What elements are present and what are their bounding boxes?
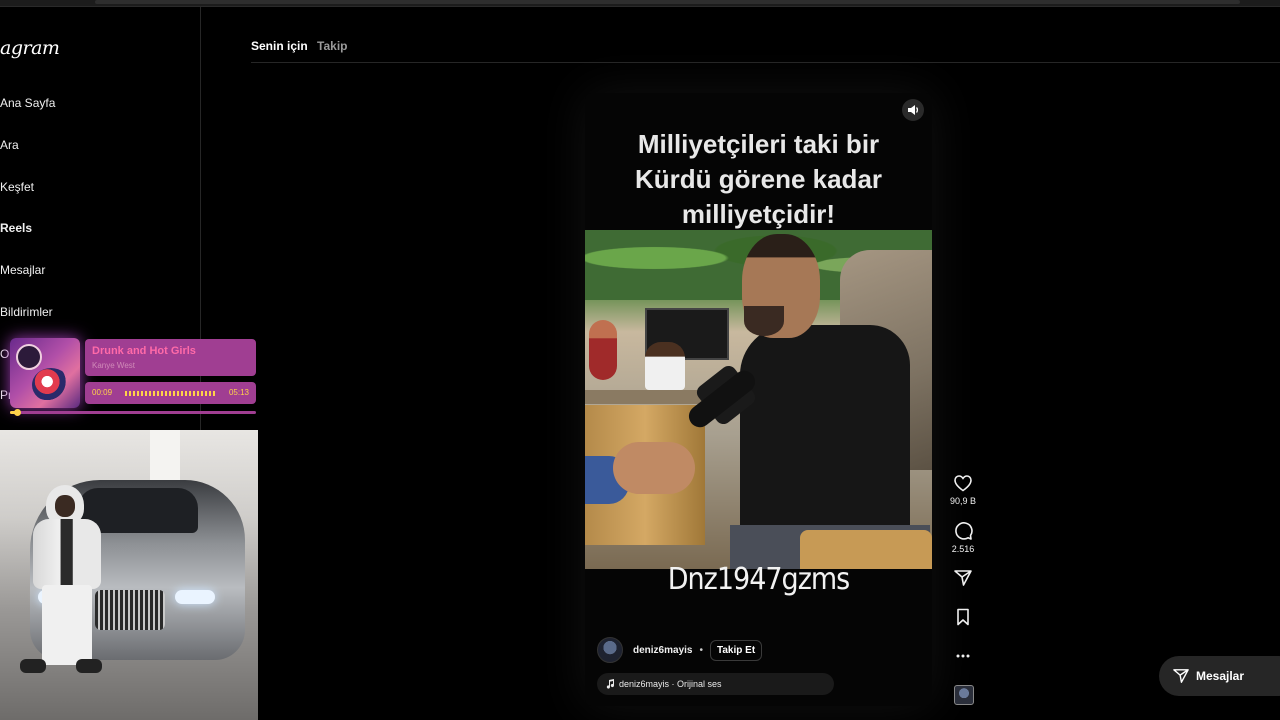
caption-line: Milliyetçileri taki bir xyxy=(637,129,880,159)
song-title: Drunk and Hot Girls xyxy=(92,345,196,357)
volume-icon xyxy=(908,105,919,115)
caption-line: milliyetçidir! xyxy=(681,199,836,229)
comment-count: 2.516 xyxy=(951,544,975,554)
comment-icon xyxy=(955,522,973,540)
reel-card[interactable]: Milliyetçileri taki bir Kürdü görene kad… xyxy=(585,93,932,706)
more-button[interactable] xyxy=(948,647,978,665)
waveform xyxy=(125,391,217,396)
song-artist: Kanye West xyxy=(92,361,135,370)
feed-tabs: Senin için Takip xyxy=(251,39,347,53)
author-avatar[interactable] xyxy=(597,637,623,663)
music-player-widget: Drunk and Hot Girls Kanye West 00:09 05:… xyxy=(10,338,258,416)
follow-button[interactable]: Takip Et xyxy=(710,639,763,661)
audio-thumbnail[interactable] xyxy=(954,685,974,705)
comment-button[interactable] xyxy=(948,521,978,546)
sidebar-item-notifications[interactable]: Bildirimler xyxy=(0,305,53,319)
sidebar-item-reels[interactable]: Reels xyxy=(0,221,32,235)
save-button[interactable] xyxy=(948,608,978,631)
heart-icon xyxy=(954,475,972,492)
sidebar-item-messages[interactable]: Mesajlar xyxy=(0,263,45,277)
like-button[interactable] xyxy=(948,474,978,497)
total-time: 05:13 xyxy=(228,388,249,397)
song-progress-bar[interactable] xyxy=(10,409,256,416)
reel-video[interactable] xyxy=(585,230,932,569)
tab-for-you[interactable]: Senin için xyxy=(251,39,308,53)
separator-dot: • xyxy=(699,644,703,656)
video-watermark: Dnz1947gzms xyxy=(667,562,850,597)
sidebar-item-explore[interactable]: Keşfet xyxy=(0,180,34,194)
send-icon xyxy=(954,570,972,586)
share-button[interactable] xyxy=(948,569,978,592)
more-icon xyxy=(956,654,970,658)
send-icon xyxy=(1173,669,1189,683)
reel-author: deniz6mayis • Takip Et xyxy=(597,637,763,663)
album-art xyxy=(10,338,80,408)
window-top-bar xyxy=(0,0,1280,7)
sidebar-item-home[interactable]: Ana Sayfa xyxy=(0,96,55,110)
music-note-icon xyxy=(606,679,614,689)
volume-button[interactable] xyxy=(902,99,924,121)
playback-time-box: 00:09 05:13 xyxy=(85,382,256,404)
audio-label: deniz6mayis · Orijinal ses xyxy=(619,679,722,689)
tab-following[interactable]: Takip xyxy=(317,39,347,53)
messages-button[interactable]: Mesajlar xyxy=(1159,656,1280,696)
messages-label: Mesajlar xyxy=(1196,669,1245,683)
tabs-divider xyxy=(251,62,1280,63)
person xyxy=(20,485,108,685)
bookmark-icon xyxy=(957,608,969,626)
current-time: 00:09 xyxy=(92,388,113,397)
song-progress-knob[interactable] xyxy=(14,409,22,416)
author-username[interactable]: deniz6mayis xyxy=(633,645,692,656)
reel-caption: Milliyetçileri taki bir Kürdü görene kad… xyxy=(585,127,932,232)
audio-pill[interactable]: deniz6mayis · Orijinal ses xyxy=(597,673,834,695)
sidebar-item-search[interactable]: Ara xyxy=(0,138,19,152)
caption-line: Kürdü görene kadar xyxy=(634,164,883,194)
song-info-box: Drunk and Hot Girls Kanye West xyxy=(85,339,256,376)
instagram-logo[interactable]: agram xyxy=(0,37,60,59)
webcam-overlay xyxy=(0,430,258,720)
like-count: 90,9 B xyxy=(949,496,977,506)
scroll-handle[interactable] xyxy=(95,0,1240,4)
